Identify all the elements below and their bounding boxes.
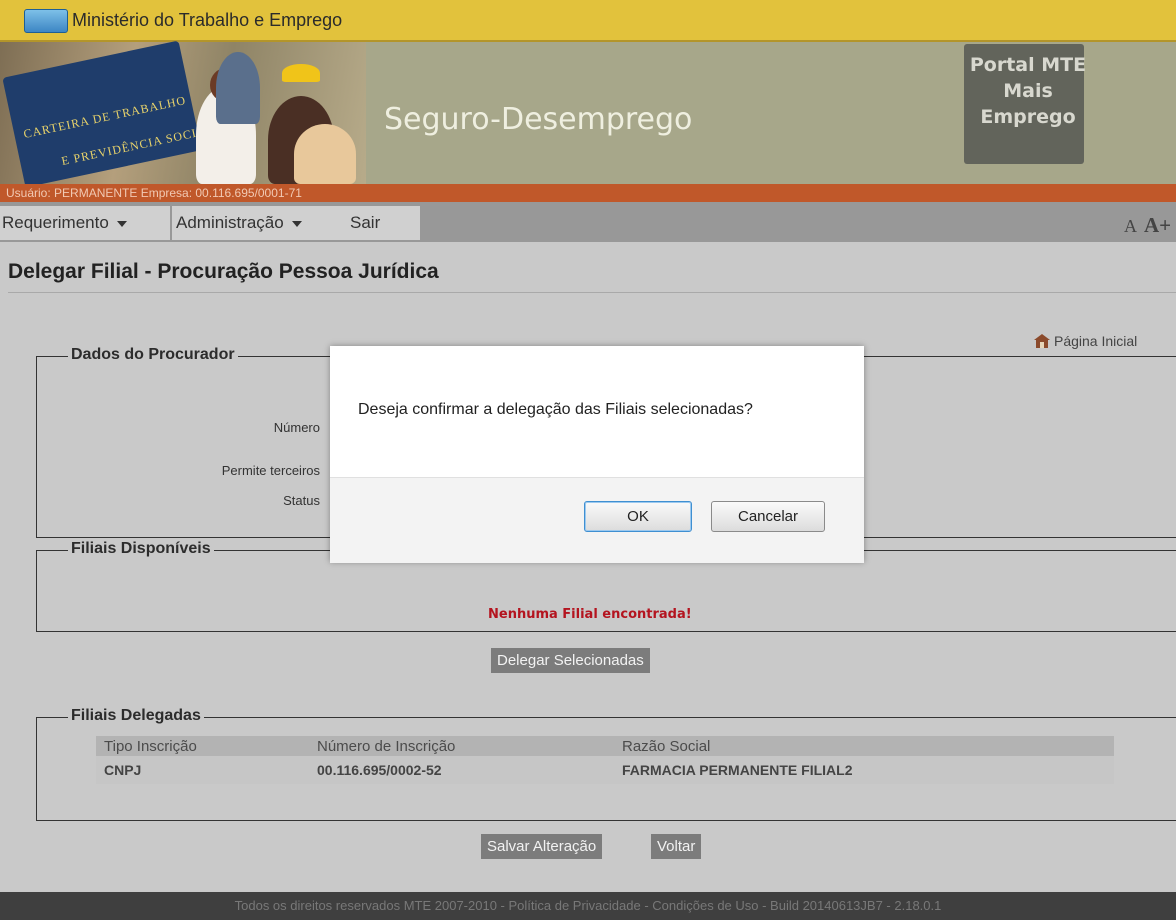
cancel-button[interactable]: Cancelar (711, 501, 825, 532)
dialog-message: Deseja confirmar a delegação das Filiais… (358, 401, 753, 418)
ok-button[interactable]: OK (584, 501, 692, 532)
